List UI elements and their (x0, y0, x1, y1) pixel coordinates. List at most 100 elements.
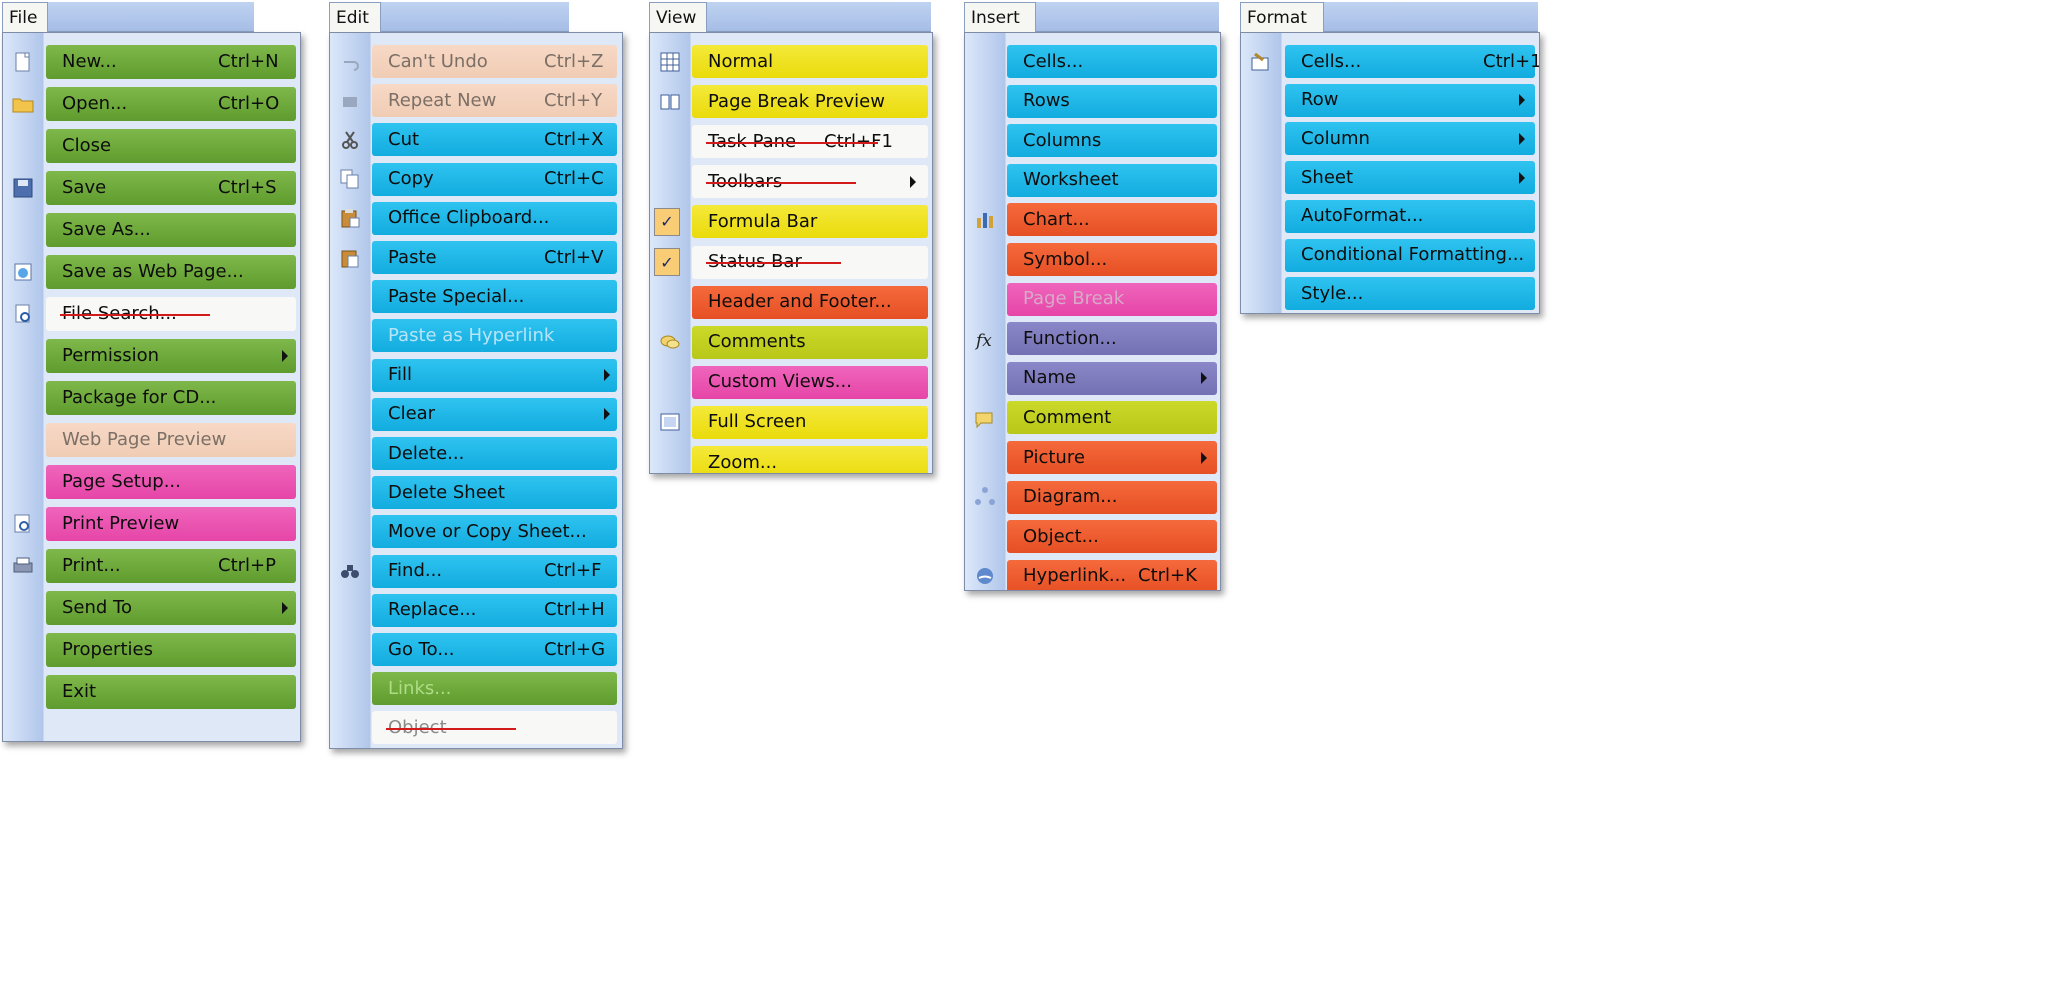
menu-item-label: Properties (62, 639, 153, 660)
insert-menu-item-chart[interactable]: Chart... (1007, 203, 1217, 237)
insert-menu-item-comment[interactable]: Comment (1007, 401, 1217, 435)
submenu-arrow-icon (282, 602, 288, 614)
menu-item-label: Open... (62, 93, 128, 114)
edit-menu-item-find[interactable]: Find... Ctrl+F (372, 554, 617, 588)
edit-menu-item-paste[interactable]: Paste Ctrl+V (372, 241, 617, 274)
edit-menu-item-go-to[interactable]: Go To... Ctrl+G (372, 633, 617, 666)
edit-menu-item-fill[interactable]: Fill (372, 358, 617, 392)
file-menu-item-save-as-web-page[interactable]: Save as Web Page... (46, 255, 296, 289)
view-menu-item-zoom[interactable]: Zoom... (692, 446, 928, 473)
insert-menu-item-worksheet[interactable]: Worksheet (1007, 163, 1217, 197)
insert-menu-item-columns[interactable]: Columns (1007, 124, 1217, 158)
edit-menu-item-clear[interactable]: Clear (372, 397, 617, 431)
view-menu-item-comments[interactable]: Comments (692, 325, 928, 359)
format-menu-item-cells[interactable]: Cells... Ctrl+1 (1285, 45, 1539, 78)
insert-menu-item-rows[interactable]: Rows (1007, 84, 1217, 118)
format-menu-item-autoformat[interactable]: AutoFormat... (1285, 199, 1535, 233)
save-disk-icon (11, 176, 35, 200)
submenu-arrow-icon (1519, 94, 1525, 107)
file-menu-item-send-to[interactable]: Send To (46, 591, 296, 625)
menu-tab-format[interactable]: Format (1240, 2, 1324, 32)
edit-menu-item-paste-as-hyperlink[interactable]: Paste as Hyperlink (372, 319, 617, 353)
page-break-preview-icon (658, 90, 682, 114)
menu-item-label: Paste as Hyperlink (388, 324, 555, 346)
file-menu-item-close[interactable]: Close (46, 129, 296, 163)
svg-text:fx: fx (974, 331, 992, 351)
menu-item-label: Package for CD... (62, 387, 217, 408)
insert-menu-item-page-break[interactable]: Page Break (1007, 282, 1217, 316)
file-menu-item-print-preview[interactable]: Print Preview (46, 507, 296, 541)
menu-item-label: Paste Special... (388, 285, 525, 307)
edit-menu-item-delete-sheet[interactable]: Delete Sheet (372, 476, 617, 510)
format-menu-item-row[interactable]: Row (1285, 83, 1535, 117)
view-menu-item-page-break-preview[interactable]: Page Break Preview (692, 85, 928, 119)
file-menu-item-web-page-preview[interactable]: Web Page Preview (46, 423, 296, 457)
menu-tab-edit[interactable]: Edit (329, 2, 381, 32)
menu-item-label: Go To... (388, 638, 455, 660)
format-menu-item-conditional-formatting[interactable]: Conditional Formatting... (1285, 238, 1535, 272)
insert-menu-item-symbol[interactable]: Symbol... (1007, 243, 1217, 276)
view-menu-item-task-pane[interactable]: Task Pane Ctrl+F1 (692, 125, 928, 159)
menu-item-label: Clear (388, 403, 436, 425)
insert-menu-dropdown: Cells... Rows Columns Worksheet Chart... Symb… (964, 32, 1221, 591)
menu-item-shortcut: Ctrl+O (218, 93, 280, 114)
edit-menu-item-copy[interactable]: Copy Ctrl+C (372, 162, 617, 196)
file-menu-item-exit[interactable]: Exit (46, 675, 296, 709)
edit-menu-item-delete[interactable]: Delete... (372, 437, 617, 470)
insert-menu-item-picture[interactable]: Picture (1007, 441, 1217, 474)
insert-menu-item-diagram[interactable]: Diagram... (1007, 480, 1217, 514)
format-menu-item-style[interactable]: Style... (1285, 277, 1535, 311)
format-menu-item-sheet[interactable]: Sheet (1285, 161, 1535, 195)
file-menu-item-page-setup[interactable]: Page Setup... (46, 465, 296, 499)
clipboard-icon (338, 206, 362, 230)
insert-menu-item-function[interactable]: Function... (1007, 322, 1217, 356)
file-menu-item-permission[interactable]: Permission (46, 339, 296, 373)
menu-item-label: Permission (62, 345, 160, 366)
edit-menu-item-links[interactable]: Links... (372, 672, 617, 706)
file-menu-item-save-as[interactable]: Save As... (46, 213, 296, 247)
submenu-arrow-icon (1201, 372, 1207, 385)
menu-item-label: Worksheet (1023, 169, 1119, 191)
submenu-arrow-icon (1201, 451, 1207, 464)
edit-menu-item-object[interactable]: Object (372, 711, 617, 745)
menu-tab-file[interactable]: File (2, 2, 48, 32)
file-menu-item-file-search[interactable]: File Search... (46, 297, 296, 331)
file-menu-item-package-for-cd[interactable]: Package for CD... (46, 381, 296, 415)
submenu-arrow-icon (1519, 171, 1525, 184)
repeat-icon (338, 89, 362, 113)
insert-menu-item-object[interactable]: Object... (1007, 520, 1217, 554)
edit-menu-item-office-clipboard[interactable]: Office Clipboard... (372, 201, 617, 235)
file-menu-item-new[interactable]: New... Ctrl+N (46, 45, 296, 79)
print-preview-icon (11, 512, 35, 536)
view-menu-item-custom-views[interactable]: Custom Views... (692, 365, 928, 399)
format-menu-dropdown: Cells... Ctrl+1 Row Column Sheet AutoFormat..… (1240, 32, 1540, 314)
menu-item-label: Repeat New (388, 89, 497, 111)
edit-menu-item-cut[interactable]: Cut Ctrl+X (372, 123, 617, 157)
menu-item-label: Paste (388, 246, 437, 268)
menu-item-label: Column (1301, 127, 1370, 149)
edit-menu-item-paste-special[interactable]: Paste Special... (372, 280, 617, 314)
edit-menu-item-repeat-new[interactable]: Repeat New Ctrl+Y (372, 84, 617, 118)
view-menu-item-toolbars[interactable]: Toolbars (692, 165, 928, 199)
view-menu-item-normal[interactable]: Normal (692, 45, 928, 78)
file-menu-item-save[interactable]: Save Ctrl+S (46, 171, 296, 205)
file-menu-item-properties[interactable]: Properties (46, 633, 296, 667)
menu-tab-view[interactable]: View (649, 2, 707, 32)
file-menu-item-open[interactable]: Open... Ctrl+O (46, 87, 296, 121)
edit-menu-item-replace[interactable]: Replace... Ctrl+H (372, 593, 617, 627)
view-menu-item-full-screen[interactable]: Full Screen (692, 405, 928, 439)
edit-menu-item-move-or-copy-sheet[interactable]: Move or Copy Sheet... (372, 515, 617, 549)
function-icon: fx (973, 327, 997, 351)
insert-menu-item-hyperlink[interactable]: Hyperlink... Ctrl+K (1007, 559, 1217, 590)
menu-item-label: Find... (388, 560, 443, 582)
view-menu-item-formula-bar[interactable]: Formula Bar (692, 205, 928, 239)
edit-menu-item-can-t-undo[interactable]: Can't Undo Ctrl+Z (372, 45, 617, 78)
insert-menu-item-cells[interactable]: Cells... (1007, 45, 1217, 78)
insert-menu-item-name[interactable]: Name (1007, 361, 1217, 395)
file-menu-item-print[interactable]: Print... Ctrl+P (46, 549, 296, 583)
menu-tab-insert[interactable]: Insert (964, 2, 1036, 32)
view-menu-item-status-bar[interactable]: Status Bar (692, 245, 928, 279)
view-menu-item-header-and-footer[interactable]: Header and Footer... (692, 285, 928, 319)
format-menu-item-column[interactable]: Column (1285, 122, 1535, 156)
menu-item-label: Move or Copy Sheet... (388, 520, 587, 542)
